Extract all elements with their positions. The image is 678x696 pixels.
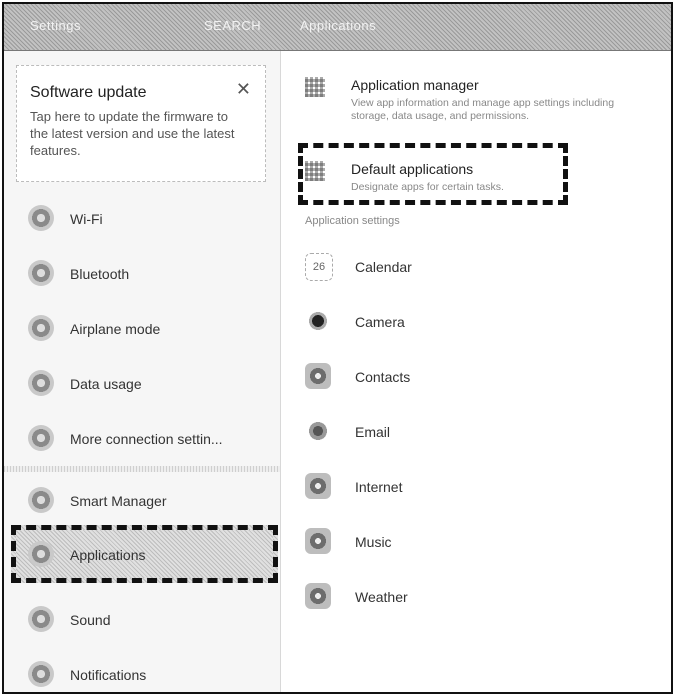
sidebar-item-label: Applications <box>70 547 146 563</box>
sidebar-item-more-connection[interactable]: More connection settin... <box>4 413 280 467</box>
default-apps-icon <box>305 161 325 181</box>
app-camera[interactable]: Camera <box>281 296 671 350</box>
weather-icon <box>305 583 331 609</box>
application-manager-item[interactable]: Application manager View app information… <box>281 67 671 127</box>
settings-sidebar: Software update Tap here to update the f… <box>4 51 281 692</box>
applications-icon <box>28 541 54 567</box>
default-apps-title: Default applications <box>351 161 474 177</box>
sound-icon <box>28 606 54 632</box>
update-title: Software update <box>30 84 147 101</box>
sidebar-item-sound[interactable]: Sound <box>4 594 280 648</box>
app-label: Email <box>355 424 391 440</box>
applications-panel: Application manager View app information… <box>281 51 671 692</box>
app-manager-title: Application manager <box>351 77 479 93</box>
app-label: Contacts <box>355 369 411 385</box>
music-icon <box>305 528 331 554</box>
app-contacts[interactable]: Contacts <box>281 351 671 405</box>
email-icon <box>305 418 331 444</box>
data-usage-icon <box>28 370 54 396</box>
camera-icon <box>305 308 331 334</box>
sidebar-item-label: Notifications <box>70 667 147 683</box>
section-title: Applications <box>300 18 377 33</box>
sidebar-item-smart-manager[interactable]: Smart Manager <box>4 475 280 529</box>
header-title: Settings <box>30 18 81 33</box>
sidebar-item-label: Wi-Fi <box>70 211 103 227</box>
settings-window: Settings SEARCH Applications Software up… <box>2 2 673 694</box>
header-bar: Settings SEARCH Applications <box>4 4 671 51</box>
notifications-icon <box>28 661 54 687</box>
wifi-icon <box>28 205 54 231</box>
section-header: Application settings <box>305 215 400 227</box>
contacts-icon <box>305 363 331 389</box>
app-weather[interactable]: Weather <box>281 571 671 625</box>
bluetooth-icon <box>28 260 54 286</box>
section-divider <box>4 466 280 472</box>
calendar-icon: 26 <box>305 253 333 281</box>
sidebar-item-label: Data usage <box>70 376 142 392</box>
internet-icon <box>305 473 331 499</box>
app-calendar[interactable]: 26 Calendar <box>281 241 671 295</box>
app-label: Calendar <box>355 259 412 275</box>
app-internet[interactable]: Internet <box>281 461 671 515</box>
search-button[interactable]: SEARCH <box>204 18 261 33</box>
sidebar-item-label: Airplane mode <box>70 321 161 337</box>
sidebar-item-applications[interactable]: Applications <box>4 529 280 583</box>
app-manager-subtitle: View app information and manage app sett… <box>351 97 615 122</box>
close-icon[interactable]: ✕ <box>236 79 251 100</box>
app-label: Camera <box>355 314 405 330</box>
app-email[interactable]: Email <box>281 406 671 460</box>
app-label: Weather <box>355 589 408 605</box>
sidebar-item-data-usage[interactable]: Data usage <box>4 358 280 412</box>
app-label: Internet <box>355 479 403 495</box>
airplane-icon <box>28 315 54 341</box>
sidebar-item-wifi[interactable]: Wi-Fi <box>4 193 280 247</box>
software-update-card[interactable]: Software update Tap here to update the f… <box>16 65 266 182</box>
sidebar-item-label: More connection settin... <box>70 431 223 447</box>
sidebar-item-label: Bluetooth <box>70 266 130 282</box>
sidebar-item-bluetooth[interactable]: Bluetooth <box>4 248 280 302</box>
default-applications-item[interactable]: Default applications Designate apps for … <box>281 151 671 199</box>
app-music[interactable]: Music <box>281 516 671 570</box>
app-label: Music <box>355 534 392 550</box>
smart-manager-icon <box>28 487 54 513</box>
sidebar-item-airplane-mode[interactable]: Airplane mode <box>4 303 280 357</box>
sidebar-item-label: Sound <box>70 612 111 628</box>
sidebar-item-notifications[interactable]: Notifications <box>4 649 280 692</box>
update-description: Tap here to update the firmware to the l… <box>30 109 235 158</box>
more-connections-icon <box>28 425 54 451</box>
default-apps-subtitle: Designate apps for certain tasks. <box>351 181 504 193</box>
sidebar-item-label: Smart Manager <box>70 493 167 509</box>
app-manager-icon <box>305 77 325 97</box>
